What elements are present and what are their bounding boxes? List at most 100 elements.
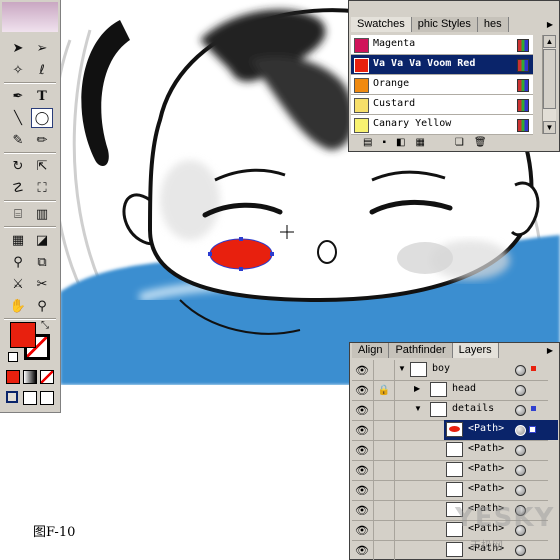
screen-mode-full-menu-button[interactable] <box>23 391 37 405</box>
lock-toggle[interactable] <box>373 440 395 460</box>
layer-row-path[interactable]: 👁 <Path> <box>352 480 548 501</box>
mesh-tool-icon[interactable]: ▦ <box>7 230 29 250</box>
visibility-eye-icon[interactable]: 👁 <box>352 440 372 460</box>
eyedropper-tool-icon[interactable]: ⚲ <box>7 252 29 272</box>
direct-selection-tool-icon[interactable]: ➢ <box>31 38 53 58</box>
expand-arrow-icon[interactable]: ▶ <box>414 384 420 393</box>
target-circle-icon[interactable] <box>515 545 526 556</box>
scroll-down-icon[interactable]: ▼ <box>543 121 556 134</box>
warp-tool-icon[interactable]: ☡ <box>7 178 29 198</box>
lock-icon[interactable]: 🔒 <box>373 380 395 400</box>
visibility-eye-icon[interactable]: 👁 <box>352 480 372 500</box>
fill-color-swatch[interactable] <box>10 322 36 348</box>
layer-row-path[interactable]: 👁 <Path> <box>352 460 548 481</box>
hand-tool-icon[interactable]: ✋ <box>7 296 29 316</box>
none-mode-button[interactable] <box>40 370 54 384</box>
new-swatch-icon[interactable]: ❏ <box>455 137 464 148</box>
target-circle-icon[interactable] <box>515 525 526 536</box>
expand-arrow-icon[interactable]: ▼ <box>414 404 422 413</box>
scale-tool-icon[interactable]: ⇱ <box>31 156 53 176</box>
lock-toggle[interactable] <box>373 360 395 380</box>
lock-toggle[interactable] <box>373 520 395 540</box>
tab-graphic-styles[interactable]: phic Styles <box>411 17 478 32</box>
screen-mode-full-button[interactable] <box>40 391 54 405</box>
line-tool-icon[interactable]: ╲ <box>7 108 29 128</box>
swap-colors-icon[interactable]: ⤡ <box>38 318 52 332</box>
swatches-scrollbar[interactable]: ▲ ▼ <box>542 35 556 134</box>
lock-toggle[interactable] <box>373 400 395 420</box>
layer-row-head[interactable]: 👁 🔒 ▶ head <box>352 380 548 401</box>
lock-toggle[interactable] <box>373 540 395 560</box>
pencil-tool-icon[interactable]: ✏ <box>31 130 53 150</box>
slice-tool-icon[interactable]: ⚔ <box>7 274 29 294</box>
blend-tool-icon[interactable]: ⧉ <box>31 252 53 272</box>
tab-pathfinder[interactable]: Pathfinder <box>389 343 453 358</box>
layer-row-details[interactable]: 👁 ▼ details <box>352 400 548 421</box>
color-mode-button[interactable] <box>6 370 20 384</box>
tab-swatches[interactable]: Swatches <box>351 17 412 32</box>
visibility-eye-icon[interactable]: 👁 <box>352 520 372 540</box>
layers-panel-menu-icon[interactable]: ▶ <box>544 345 556 357</box>
target-circle-icon[interactable] <box>515 425 526 436</box>
show-gradient-swatches-icon[interactable]: ◧ <box>396 137 405 148</box>
target-circle-icon[interactable] <box>515 365 526 376</box>
swatch-item-selected[interactable]: Va Va Va Voom Red <box>351 55 533 75</box>
symbol-sprayer-tool-icon[interactable]: ⌸ <box>7 204 29 224</box>
screen-mode-standard-button[interactable] <box>6 391 18 403</box>
visibility-eye-icon[interactable]: 👁 <box>352 500 372 520</box>
visibility-eye-icon[interactable]: 👁 <box>352 380 372 400</box>
layer-row-path[interactable]: 👁 <Path> <box>352 500 548 521</box>
visibility-eye-icon[interactable]: 👁 <box>352 400 372 420</box>
pen-tool-icon[interactable]: ✒ <box>7 86 29 106</box>
ellipse-tool-icon[interactable]: ◯ <box>31 108 53 128</box>
layer-row-path[interactable]: 👁 <Path> <box>352 540 548 560</box>
swatch-item[interactable]: Magenta <box>351 35 533 55</box>
paintbrush-tool-icon[interactable]: ✎ <box>7 130 29 150</box>
lock-toggle[interactable] <box>373 500 395 520</box>
layer-row-path[interactable]: 👁 <Path> <box>352 520 548 541</box>
rotate-tool-icon[interactable]: ↻ <box>7 156 29 176</box>
tab-layers[interactable]: Layers <box>452 343 499 358</box>
magic-wand-tool-icon[interactable]: ✧ <box>7 60 29 80</box>
tab-brushes[interactable]: hes <box>477 17 509 32</box>
gradient-tool-icon[interactable]: ◪ <box>31 230 53 250</box>
layer-row-path-selected[interactable]: 👁 <Path> <box>352 420 558 441</box>
delete-swatch-icon[interactable]: 🗑 <box>474 137 487 148</box>
lasso-tool-icon[interactable]: ℓ <box>31 60 53 80</box>
lock-toggle[interactable] <box>373 480 395 500</box>
target-circle-icon[interactable] <box>515 445 526 456</box>
swatch-item[interactable]: Custard <box>351 95 533 115</box>
visibility-eye-icon[interactable]: 👁 <box>352 540 372 560</box>
selection-tool-icon[interactable]: ➤ <box>7 38 29 58</box>
scroll-thumb[interactable] <box>543 49 556 109</box>
swatches-panel-menu-icon[interactable]: ▶ <box>544 19 556 31</box>
layer-row-path[interactable]: 👁 <Path> <box>352 440 548 461</box>
target-circle-icon[interactable] <box>515 465 526 476</box>
expand-arrow-icon[interactable]: ▼ <box>398 364 406 373</box>
target-circle-icon[interactable] <box>515 385 526 396</box>
zoom-tool-icon[interactable]: ⚲ <box>31 296 53 316</box>
graph-tool-icon[interactable]: ▥ <box>31 204 53 224</box>
show-list-view-icon[interactable]: ▤ <box>363 137 372 148</box>
show-color-swatches-icon[interactable]: ▪ <box>382 137 386 148</box>
selected-cheek-path[interactable] <box>209 238 273 270</box>
target-circle-icon[interactable] <box>515 405 526 416</box>
visibility-eye-icon[interactable]: 👁 <box>352 420 372 440</box>
swatch-item[interactable]: Orange <box>351 75 533 95</box>
target-circle-icon[interactable] <box>515 505 526 516</box>
visibility-eye-icon[interactable]: 👁 <box>352 460 372 480</box>
tab-align[interactable]: Align <box>352 343 390 358</box>
swatch-item[interactable]: Canary Yellow <box>351 115 533 135</box>
layer-row-boy[interactable]: 👁 ▼ boy <box>352 360 548 381</box>
type-tool-icon[interactable]: T <box>31 86 53 106</box>
scissors-tool-icon[interactable]: ✂ <box>31 274 53 294</box>
default-colors-icon[interactable] <box>8 352 18 362</box>
free-transform-tool-icon[interactable]: ⛶ <box>31 178 53 198</box>
visibility-eye-icon[interactable]: 👁 <box>352 360 372 380</box>
scroll-up-icon[interactable]: ▲ <box>543 35 556 48</box>
lock-toggle[interactable] <box>373 460 395 480</box>
lock-toggle[interactable] <box>373 420 395 440</box>
gradient-mode-button[interactable] <box>23 370 37 384</box>
target-circle-icon[interactable] <box>515 485 526 496</box>
show-pattern-swatches-icon[interactable]: ▦ <box>415 137 424 148</box>
